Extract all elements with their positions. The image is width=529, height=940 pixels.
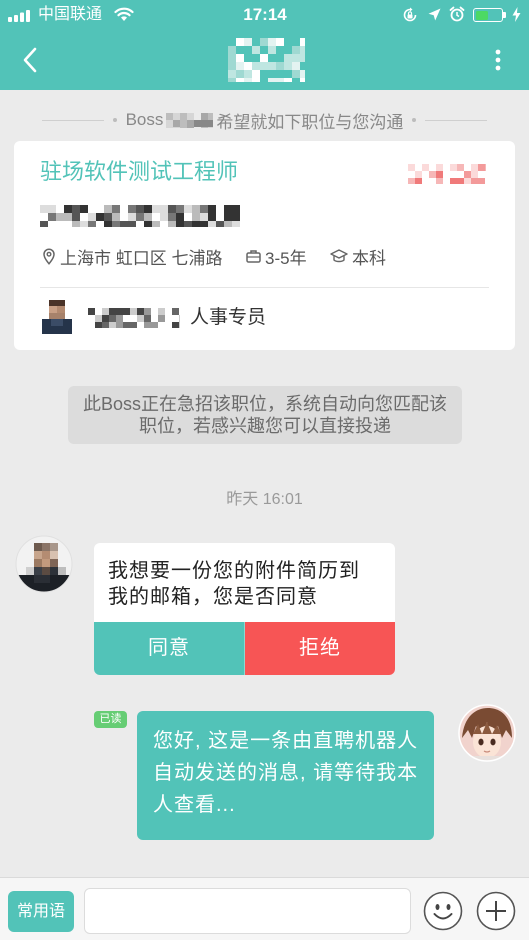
system-notice: 此Boss正在急招该职位，系统自动向您匹配该职位，若感兴趣您可以直接投递 [68, 386, 462, 444]
reject-button[interactable]: 拒绝 [245, 622, 395, 675]
location-pin-icon [42, 247, 60, 265]
location-arrow-icon [428, 8, 441, 21]
chevron-left-icon [22, 47, 38, 73]
company-name-blurred [40, 205, 240, 227]
recruiter-role: 人事专员 [190, 307, 267, 328]
signal-icon [8, 10, 34, 22]
divider-dot-left [112, 118, 117, 122]
back-button[interactable] [8, 38, 52, 82]
charging-icon [512, 7, 521, 22]
accept-button[interactable]: 同意 [94, 622, 245, 675]
plus-icon [476, 891, 516, 931]
sender-avatar[interactable] [15, 535, 73, 593]
battery-icon [473, 8, 503, 22]
more-actions-button[interactable] [476, 891, 516, 931]
recruiter-avatar[interactable] [42, 300, 72, 334]
more-vertical-icon [495, 49, 501, 71]
intro-divider: Boss 希望就如下职位与您沟通 [0, 110, 529, 132]
job-title: 驻场软件测试工程师 [40, 159, 239, 184]
intro-prefix: Boss [125, 110, 164, 129]
experience-text: 3-5年 [265, 248, 307, 268]
salary-blurred [408, 164, 486, 184]
card-divider [40, 287, 489, 288]
divider-line-right [425, 119, 488, 121]
boss-name-blurred [166, 112, 214, 128]
divider-dot-right [412, 118, 417, 122]
intro-suffix: 希望就如下职位与您沟通 [216, 112, 404, 132]
job-card[interactable]: 驻场软件测试工程师 上海市 虹口区 七浦路 3-5年 本科 人事专员 [14, 141, 515, 350]
recruiter-name-blurred [88, 308, 180, 328]
battery-level-fill [475, 10, 488, 20]
emoji-icon [423, 891, 463, 931]
status-time: 17:14 [243, 5, 287, 24]
nav-title-blurred [228, 38, 305, 82]
alarm-icon [449, 6, 465, 22]
wifi-icon [114, 7, 134, 22]
incoming-message-bubble: 我想要一份您的附件简历到我的邮箱，您是否同意 同意 拒绝 [94, 543, 395, 675]
job-education: 本科 [330, 244, 386, 268]
emoji-button[interactable] [423, 891, 463, 931]
my-avatar[interactable] [458, 704, 516, 762]
battery-nub [503, 12, 506, 18]
message-timestamp: 昨天 16:01 [226, 491, 303, 508]
job-location: 上海市 虹口区 七浦路 [42, 244, 222, 268]
location-text: 上海市 虹口区 七浦路 [60, 248, 223, 268]
more-button[interactable] [478, 38, 518, 82]
carrier-name: 中国联通 [38, 6, 103, 23]
resume-request-actions: 同意 拒绝 [94, 622, 395, 675]
job-experience: 3-5年 [246, 244, 307, 268]
message-input[interactable] [84, 888, 411, 934]
graduation-cap-icon [330, 249, 352, 263]
incoming-message-text: 我想要一份您的附件简历到我的邮箱，您是否同意 [108, 560, 360, 608]
divider-line-left [41, 119, 104, 121]
briefcase-icon [246, 249, 265, 263]
rotation-lock-icon [402, 7, 418, 23]
read-status-badge: 已读 [94, 711, 127, 728]
outgoing-message-bubble: 您好, 这是一条由直聘机器人自动发送的消息, 请等待我本人查看... [137, 711, 434, 840]
common-phrases-button[interactable]: 常用语 [8, 891, 74, 932]
education-text: 本科 [352, 248, 386, 268]
